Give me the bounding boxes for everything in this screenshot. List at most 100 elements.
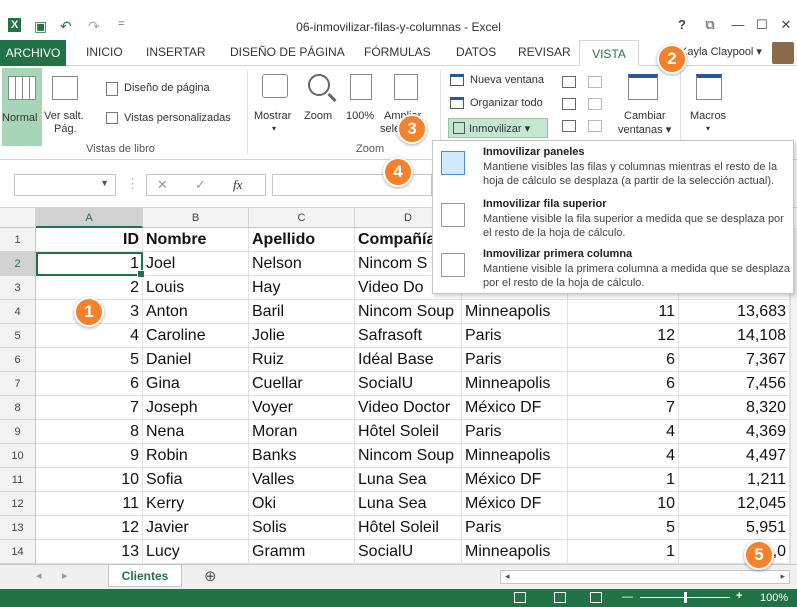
table-cell[interactable]: 6 xyxy=(36,372,143,396)
table-cell[interactable]: 12,045 xyxy=(679,492,790,516)
maximize-button[interactable]: ☐ xyxy=(752,17,772,33)
column-header[interactable]: B xyxy=(143,208,249,228)
show-button[interactable]: Mostrar ▾ xyxy=(254,68,298,146)
table-cell[interactable]: 7,367 xyxy=(679,348,790,372)
row-header[interactable]: 11 xyxy=(0,468,36,492)
table-cell[interactable]: 5,951 xyxy=(679,516,790,540)
zoom-button[interactable]: Zoom xyxy=(302,68,342,146)
zoom-out-icon[interactable]: — xyxy=(622,591,633,603)
table-cell[interactable]: Baril xyxy=(249,300,355,324)
table-cell[interactable]: Moran xyxy=(249,420,355,444)
table-cell[interactable]: 11 xyxy=(568,300,679,324)
table-cell[interactable]: SocialU xyxy=(355,372,462,396)
table-cell[interactable]: Joel xyxy=(143,252,249,276)
row-header[interactable]: 14 xyxy=(0,540,36,564)
horizontal-scrollbar[interactable]: ◂ ▸ xyxy=(500,570,790,584)
table-cell[interactable]: Voyer xyxy=(249,396,355,420)
row-header[interactable]: 9 xyxy=(0,420,36,444)
page-layout-status-icon[interactable] xyxy=(554,592,566,603)
tab-datos[interactable]: DATOS xyxy=(456,45,496,59)
enter-icon[interactable]: ✓ xyxy=(195,177,206,193)
custom-views-button[interactable]: Vistas personalizadas xyxy=(106,110,256,128)
page-layout-button[interactable]: Diseño de página xyxy=(106,80,256,98)
table-cell[interactable]: Nelson xyxy=(249,252,355,276)
column-header[interactable]: C xyxy=(249,208,355,228)
table-cell[interactable]: 5 xyxy=(568,516,679,540)
row-header[interactable]: 8 xyxy=(0,396,36,420)
column-header[interactable]: A xyxy=(36,208,143,228)
name-box[interactable]: ▼ xyxy=(14,174,116,196)
table-cell[interactable]: Louis xyxy=(143,276,249,300)
table-cell[interactable]: Anton xyxy=(143,300,249,324)
table-header-cell[interactable]: Apellido xyxy=(249,228,355,252)
minimize-button[interactable]: — xyxy=(728,17,748,32)
table-cell[interactable]: Luna Sea xyxy=(355,492,462,516)
row-header[interactable]: 5 xyxy=(0,324,36,348)
table-cell[interactable]: 1 xyxy=(568,468,679,492)
table-cell[interactable]: Kerry xyxy=(143,492,249,516)
table-cell[interactable]: Paris xyxy=(462,348,568,372)
cancel-icon[interactable]: ✕ xyxy=(157,177,168,193)
table-cell[interactable]: Minneapolis xyxy=(462,444,568,468)
table-cell[interactable]: Banks xyxy=(249,444,355,468)
table-cell[interactable]: Paris xyxy=(462,420,568,444)
table-cell[interactable]: Joseph xyxy=(143,396,249,420)
table-cell[interactable]: Video Doctor xyxy=(355,396,462,420)
table-cell[interactable]: Javier xyxy=(143,516,249,540)
table-cell[interactable]: 1 xyxy=(36,252,143,276)
table-cell[interactable]: Hôtel Soleil xyxy=(355,420,462,444)
table-cell[interactable]: 7 xyxy=(568,396,679,420)
tab-revisar[interactable]: REVISAR xyxy=(518,45,571,59)
table-cell[interactable]: 4,369 xyxy=(679,420,790,444)
row-header[interactable]: 2 xyxy=(0,252,36,276)
table-cell[interactable]: Lucy xyxy=(143,540,249,564)
table-cell[interactable]: Valles xyxy=(249,468,355,492)
zoom-slider-thumb[interactable] xyxy=(684,592,687,603)
hide-icon[interactable] xyxy=(562,98,576,110)
tab-formulas[interactable]: FÓRMULAS xyxy=(364,45,431,59)
table-cell[interactable]: Idéal Base xyxy=(355,348,462,372)
table-cell[interactable]: Cuellar xyxy=(249,372,355,396)
table-cell[interactable]: Oki xyxy=(249,492,355,516)
zoom-in-icon[interactable]: + xyxy=(736,590,742,602)
menu-item-freeze-panes[interactable]: Inmovilizar paneles Mantiene visibles la… xyxy=(433,143,795,193)
page-break-view-button[interactable]: Ver salt. Pág. xyxy=(44,68,86,146)
table-cell[interactable]: Minneapolis xyxy=(462,540,568,564)
row-header[interactable]: 3 xyxy=(0,276,36,300)
table-cell[interactable]: Caroline xyxy=(143,324,249,348)
table-cell[interactable]: 1 xyxy=(568,540,679,564)
table-cell[interactable]: 8 xyxy=(36,420,143,444)
tab-archivo[interactable]: ARCHIVO xyxy=(0,40,66,66)
sync-scroll-icon[interactable] xyxy=(588,98,602,110)
row-header[interactable]: 13 xyxy=(0,516,36,540)
avatar[interactable] xyxy=(772,42,794,64)
new-window-button[interactable]: Nueva ventana xyxy=(450,72,560,90)
row-header[interactable]: 12 xyxy=(0,492,36,516)
table-cell[interactable]: 1,211 xyxy=(679,468,790,492)
table-cell[interactable]: Paris xyxy=(462,324,568,348)
table-cell[interactable]: 4 xyxy=(568,420,679,444)
table-cell[interactable]: Ruiz xyxy=(249,348,355,372)
menu-item-freeze-first-column[interactable]: Inmovilizar primera columna Mantiene vis… xyxy=(433,245,795,295)
table-cell[interactable]: Sofia xyxy=(143,468,249,492)
table-cell[interactable]: México DF xyxy=(462,468,568,492)
row-header[interactable]: 7 xyxy=(0,372,36,396)
table-cell[interactable]: 5 xyxy=(36,348,143,372)
next-sheet-icon[interactable]: ▸ xyxy=(62,569,68,582)
table-cell[interactable]: 12 xyxy=(36,516,143,540)
macros-button[interactable]: Macros ▾ xyxy=(686,68,732,146)
user-name[interactable]: Kayla Claypool ▾ xyxy=(680,45,762,58)
sheet-tab-clientes[interactable]: Clientes xyxy=(108,565,182,587)
table-cell[interactable]: 9 xyxy=(36,444,143,468)
table-cell[interactable]: Gramm xyxy=(249,540,355,564)
table-cell[interactable]: 10 xyxy=(568,492,679,516)
tab-insertar[interactable]: INSERTAR xyxy=(146,45,206,59)
zoom-level[interactable]: 100% xyxy=(760,592,788,604)
side-by-side-icon[interactable] xyxy=(588,76,602,88)
row-header[interactable]: 4 xyxy=(0,300,36,324)
table-cell[interactable]: México DF xyxy=(462,492,568,516)
table-cell[interactable]: Gina xyxy=(143,372,249,396)
tab-inicio[interactable]: INICIO xyxy=(86,45,123,59)
table-cell[interactable]: 4,497 xyxy=(679,444,790,468)
table-cell[interactable]: 12 xyxy=(568,324,679,348)
